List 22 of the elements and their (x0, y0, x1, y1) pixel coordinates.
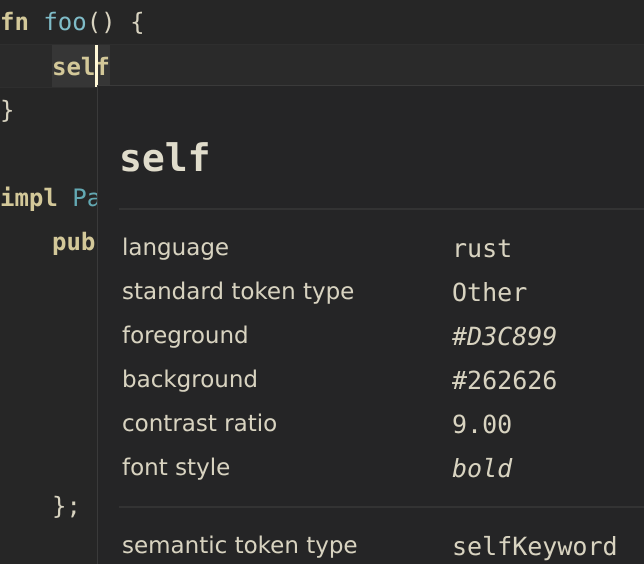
punctuation: () { (86, 7, 145, 38)
punctuation: } (0, 95, 14, 126)
property-value: #262626 (452, 366, 558, 394)
property-label: font style (121, 455, 232, 481)
property-label: language (121, 235, 230, 261)
property-label: standard token type (121, 279, 356, 305)
keyword-token: fn (0, 7, 29, 38)
property-value: selfKeyword (452, 532, 618, 560)
property-value: 9.00 (452, 410, 512, 438)
punctuation: }; (52, 491, 81, 522)
function-name: foo (43, 7, 87, 38)
keyword-token: pub (52, 227, 96, 258)
token-title: self (119, 135, 212, 182)
property-value: Other (452, 278, 528, 306)
property-value: bold (452, 454, 512, 482)
property-value: #D3C899 (452, 322, 558, 350)
property-label: contrast ratio (121, 411, 278, 437)
property-label: foreground (121, 323, 250, 349)
keyword-token: impl (0, 183, 58, 214)
property-label: semantic token type (121, 533, 359, 559)
property-value: rust (452, 234, 512, 262)
property-label: background (121, 367, 260, 393)
